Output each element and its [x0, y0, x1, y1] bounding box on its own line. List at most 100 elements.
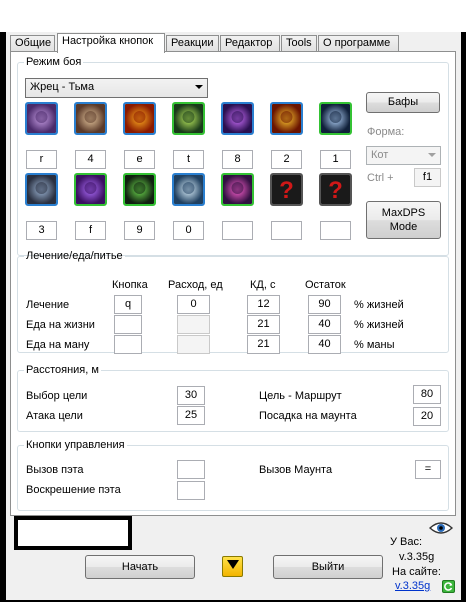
form-label: Форма: — [367, 126, 405, 138]
tab-tools[interactable]: Tools — [281, 35, 317, 52]
skill-key-field[interactable]: 4 — [75, 150, 106, 169]
food-hp-row-label: Еда на жизни — [26, 319, 95, 331]
skill-key-field[interactable]: 8 — [222, 150, 253, 169]
svg-text:?: ? — [279, 177, 294, 204]
tab-panel: Режим боя Жрец - Тьма Бафы Форма: Кот Ct… — [10, 51, 456, 516]
heal-rest-field[interactable]: 90 — [308, 295, 341, 314]
target-select-label: Выбор цели — [26, 390, 88, 402]
control-buttons-legend: Кнопки управления — [26, 439, 125, 451]
start-button[interactable]: Начать — [85, 555, 195, 579]
skill-key-field[interactable]: e — [124, 150, 155, 169]
on-site-label: На сайте: — [392, 566, 441, 578]
mount-land-field[interactable]: 20 — [413, 407, 441, 426]
shadow-orb-icon[interactable] — [221, 173, 254, 206]
question-mark-icon[interactable]: ? — [319, 173, 352, 206]
col-rest-header: Остаток — [305, 279, 346, 291]
down-arrow-button[interactable] — [222, 556, 243, 577]
swirl-icon[interactable] — [74, 102, 107, 135]
skill-key-field[interactable]: r — [26, 150, 57, 169]
svg-text:?: ? — [328, 177, 343, 204]
form-select-value: Кот — [371, 149, 389, 161]
tab-general[interactable]: Общие — [10, 35, 55, 52]
tab-editor[interactable]: Редактор — [220, 35, 280, 52]
skill-key-field[interactable] — [271, 221, 302, 240]
form-select[interactable]: Кот — [366, 146, 441, 165]
crystal-icon[interactable] — [172, 173, 205, 206]
your-version-label: v.3.35g — [399, 551, 435, 563]
col-cd-header: КД, с — [250, 279, 276, 291]
food-hp-key-field[interactable] — [114, 315, 142, 334]
food-mana-row-label: Еда на ману — [26, 339, 90, 351]
warrior-icon[interactable] — [25, 173, 58, 206]
call-pet-field[interactable] — [177, 460, 205, 479]
food-mana-cd-field[interactable]: 21 — [247, 335, 280, 354]
mount-land-label: Посадка на маунта — [259, 410, 357, 422]
target-route-field[interactable]: 80 — [413, 385, 441, 404]
skill-key-field[interactable] — [222, 221, 253, 240]
skill-key-field[interactable]: t — [173, 150, 204, 169]
food-hp-rest-field[interactable]: 40 — [308, 315, 341, 334]
heal-cd-field[interactable]: 12 — [247, 295, 280, 314]
chevron-down-icon — [428, 153, 436, 157]
food-mana-key-field[interactable] — [114, 335, 142, 354]
dark-figure-icon[interactable] — [123, 173, 156, 206]
heal-key-field[interactable]: q — [114, 295, 142, 314]
maxdps-mode-button[interactable]: MaxDPS Mode — [366, 201, 441, 239]
food-mana-rest-field[interactable]: 40 — [308, 335, 341, 354]
food-mana-unit-label: % маны — [354, 339, 395, 351]
ctrl-key-field[interactable]: f1 — [414, 168, 441, 187]
food-hp-unit-label: % жизней — [354, 319, 404, 331]
eye-icon[interactable] — [428, 521, 454, 535]
exit-button[interactable]: Выйти — [273, 555, 383, 579]
window-client: Общие Настройка кнопок Реакции Редактор … — [6, 32, 461, 600]
heal-cost-field[interactable]: 0 — [177, 295, 210, 314]
target-route-label: Цель - Маршрут — [259, 390, 342, 402]
title-bar — [0, 0, 466, 32]
tab-reactions[interactable]: Реакции — [166, 35, 219, 52]
chevron-down-icon — [195, 85, 203, 89]
call-pet-label: Вызов пэта — [26, 464, 84, 476]
spec-select-value: Жрец - Тьма — [30, 81, 95, 93]
site-version-link[interactable]: v.3.35g — [395, 580, 430, 592]
col-key-header: Кнопка — [112, 279, 148, 291]
refresh-icon[interactable] — [442, 580, 455, 593]
skill-key-field[interactable]: 2 — [271, 150, 302, 169]
target-select-field[interactable]: 30 — [177, 386, 205, 405]
question-mark-icon[interactable]: ? — [270, 173, 303, 206]
call-mount-field[interactable]: = — [415, 460, 441, 479]
skill-key-field[interactable] — [320, 221, 351, 240]
skill-key-field[interactable]: f — [75, 221, 106, 240]
skill-key-field[interactable]: 9 — [124, 221, 155, 240]
purple-shard-icon[interactable] — [221, 102, 254, 135]
fire-skull-icon[interactable] — [270, 102, 303, 135]
tab-button-setup[interactable]: Настройка кнопок — [57, 33, 165, 53]
you-have-label: У Вас: — [390, 536, 423, 548]
void-icon[interactable] — [74, 173, 107, 206]
green-skull-icon[interactable] — [172, 102, 205, 135]
call-mount-label: Вызов Маунта — [259, 464, 333, 476]
skull-purple-icon[interactable] — [25, 102, 58, 135]
food-hp-cost-field — [177, 315, 210, 334]
revive-pet-label: Воскрешение пэта — [26, 484, 121, 496]
target-attack-field[interactable]: 25 — [177, 406, 205, 425]
revive-pet-field[interactable] — [177, 481, 205, 500]
heal-row-label: Лечение — [26, 299, 70, 311]
distance-legend: Расстояния, м — [26, 364, 99, 376]
hand-icon[interactable] — [319, 102, 352, 135]
col-cost-header: Расход, ед — [168, 279, 223, 291]
buffs-button[interactable]: Бафы — [366, 92, 440, 113]
ctrl-label: Ctrl + — [367, 172, 394, 184]
food-hp-cd-field[interactable]: 21 — [247, 315, 280, 334]
tab-about[interactable]: О программе — [318, 35, 399, 52]
arrow-down-icon — [226, 560, 239, 569]
skill-key-field[interactable]: 1 — [320, 150, 351, 169]
target-attack-label: Атака цели — [26, 410, 83, 422]
heal-unit-label: % жизней — [354, 299, 404, 311]
skill-key-field[interactable]: 0 — [173, 221, 204, 240]
combat-mode-legend: Режим боя — [26, 56, 82, 68]
skill-key-field[interactable]: 3 — [26, 221, 57, 240]
status-box — [14, 516, 132, 550]
flame-skull-icon[interactable] — [123, 102, 156, 135]
spec-select[interactable]: Жрец - Тьма — [25, 78, 208, 98]
app-window: Общие Настройка кнопок Реакции Редактор … — [0, 0, 466, 602]
